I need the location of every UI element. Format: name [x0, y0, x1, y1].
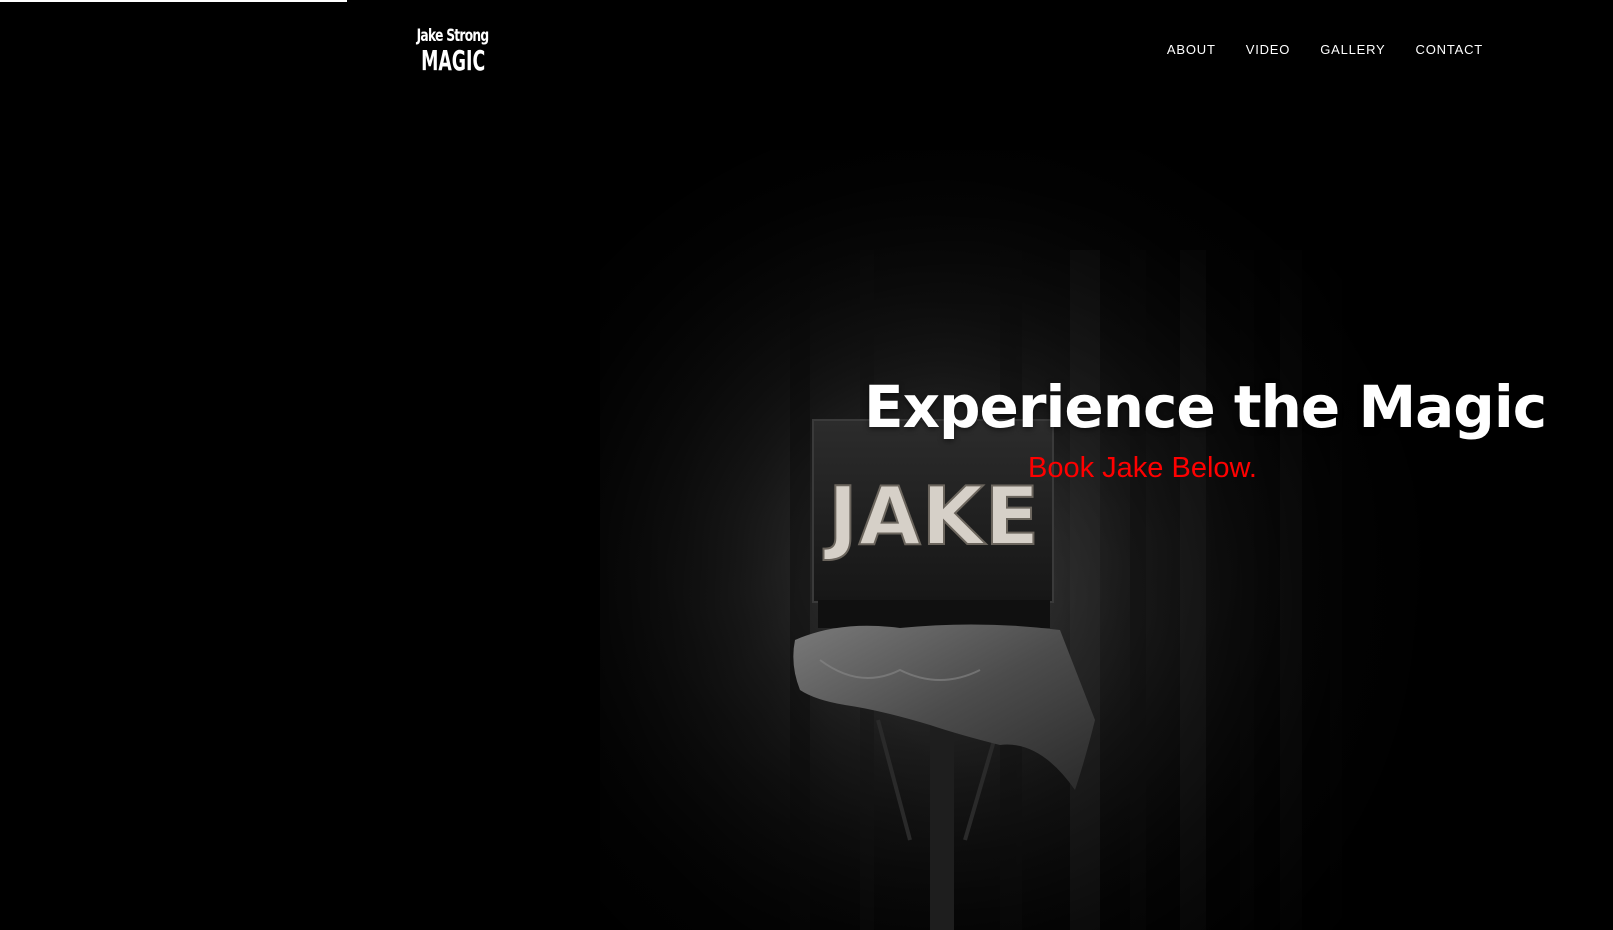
site-logo[interactable]: Jake Strong MAGIC [404, 28, 494, 84]
nav-link-video[interactable]: VIDEO [1246, 42, 1290, 57]
nav-link-gallery[interactable]: GALLERY [1320, 42, 1385, 57]
nav-link-about[interactable]: ABOUT [1167, 42, 1216, 57]
logo-line-2: MAGIC [421, 44, 486, 77]
nav-link-contact[interactable]: CONTACT [1416, 42, 1483, 57]
hero-subheadline[interactable]: Book Jake Below. [1028, 452, 1257, 485]
hero-background-image: JAKE [0, 0, 1613, 930]
main-navigation: ABOUT VIDEO GALLERY CONTACT [1167, 42, 1483, 57]
hero-section: JAKE Jake Strong MAGIC ABOUT VIDEO GALLE… [0, 0, 1613, 930]
logo-line-1: Jake Strong [416, 26, 490, 46]
hero-headline: Experience the Magic [864, 373, 1547, 441]
top-loading-bar [0, 0, 347, 2]
sign-text: JAKE [823, 470, 1040, 563]
